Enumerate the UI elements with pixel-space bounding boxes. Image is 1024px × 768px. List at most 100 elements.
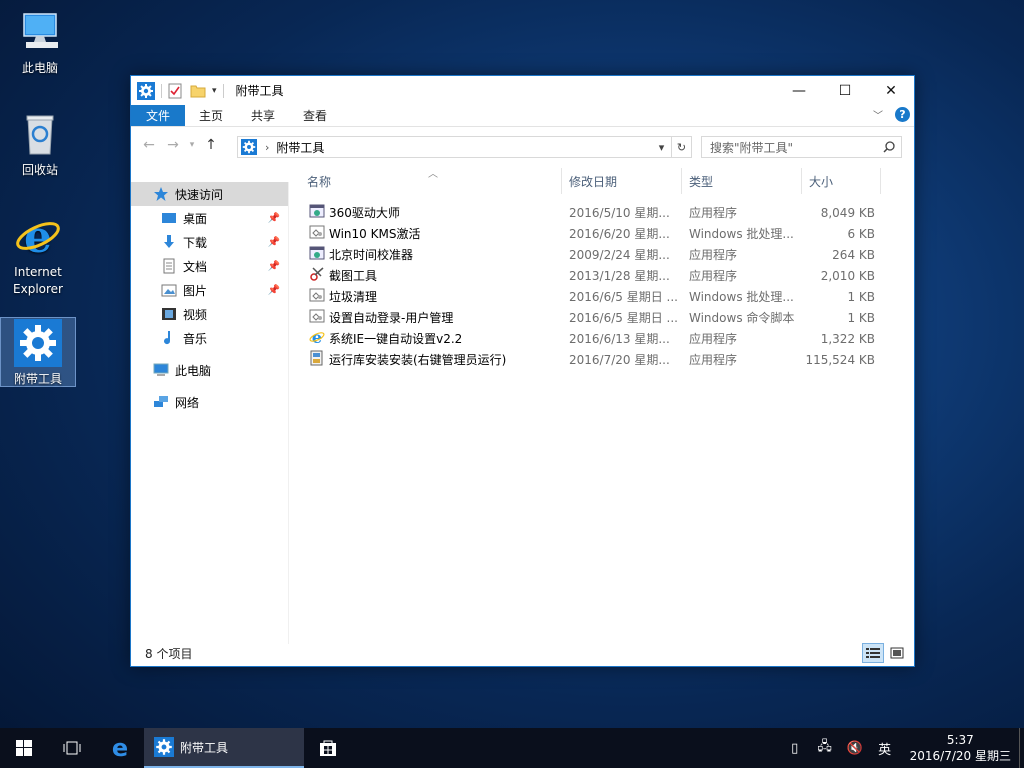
nav-item-videos[interactable]: 视频 xyxy=(131,302,288,326)
network-icon xyxy=(154,396,168,407)
search-icon[interactable] xyxy=(883,141,895,153)
desktop-icon-label-line1: Internet xyxy=(14,265,62,279)
taskbar-app-label: 附带工具 xyxy=(180,740,229,755)
nav-item-music[interactable]: 音乐 xyxy=(131,326,288,350)
app-icon xyxy=(309,203,329,222)
title-bar[interactable]: ▾ 附带工具 — ☐ ✕ xyxy=(131,76,914,105)
windows-logo-icon xyxy=(16,740,32,756)
batch-icon xyxy=(309,287,329,306)
show-desktop-button[interactable] xyxy=(1019,728,1024,768)
file-name: 设置自动登录-用户管理 xyxy=(329,311,454,325)
clock-time: 5:37 xyxy=(946,733,974,747)
breadcrumb-separator[interactable]: › xyxy=(265,141,269,154)
file-size: 1 KB xyxy=(847,289,875,304)
file-row[interactable]: 设置自动登录-用户管理 2016/6/5 星期日 ... Windows 命令脚本 1… xyxy=(300,307,890,328)
forward-icon[interactable]: → xyxy=(161,137,185,153)
task-view-icon xyxy=(63,741,81,755)
up-icon[interactable]: ↑ xyxy=(199,137,223,153)
address-history-icon[interactable]: ▾ xyxy=(651,137,671,157)
pin-icon: 📌 xyxy=(267,212,280,224)
volume-muted-icon[interactable]: 🔇 xyxy=(840,741,870,756)
batch-icon xyxy=(309,224,329,243)
desktop-icon-internet-explorer[interactable]: e Internet Explorer xyxy=(0,212,76,298)
file-name-cell: 设置自动登录-用户管理 xyxy=(300,308,562,327)
nav-item-downloads[interactable]: 下载 📌 xyxy=(131,230,288,254)
file-size: 115,524 KB xyxy=(805,352,875,367)
new-folder-icon[interactable] xyxy=(190,84,206,98)
tab-share[interactable]: 共享 xyxy=(237,105,289,126)
computer-icon xyxy=(153,363,169,376)
back-icon[interactable]: ← xyxy=(137,137,161,153)
pin-icon: 📌 xyxy=(267,284,280,296)
file-name-cell: 360驱动大师 xyxy=(300,203,562,222)
nav-item-this-pc[interactable]: 此电脑 xyxy=(131,358,288,382)
file-row[interactable]: 截图工具 2013/1/28 星期... 应用程序 2,010 KB xyxy=(300,265,890,286)
file-row[interactable]: 360驱动大师 2016/5/10 星期... 应用程序 8,049 KB xyxy=(300,202,890,223)
breadcrumb-current[interactable]: 附带工具 xyxy=(276,139,324,156)
details-view-button[interactable] xyxy=(862,643,884,663)
help-icon[interactable]: ? xyxy=(895,107,910,122)
column-header-size[interactable]: 大小 xyxy=(802,168,881,194)
document-icon xyxy=(163,258,175,274)
screenshot-icon xyxy=(309,266,329,285)
network-status-icon[interactable]: 🖧 xyxy=(810,737,840,759)
close-button[interactable]: ✕ xyxy=(868,76,914,105)
taskbar-app-tools-folder[interactable]: 附带工具 xyxy=(144,728,304,768)
minimize-button[interactable]: — xyxy=(776,76,822,105)
file-date: 2016/6/5 星期日 ... xyxy=(569,290,678,304)
video-icon xyxy=(162,308,176,320)
edge-icon: e xyxy=(112,737,128,759)
nav-item-network[interactable]: 网络 xyxy=(131,390,288,414)
column-header-date[interactable]: 修改日期 xyxy=(562,168,682,194)
desktop-icon-label-line2: Explorer xyxy=(13,282,63,296)
desktop-icon-this-pc[interactable]: 此电脑 xyxy=(2,8,78,77)
task-view-button[interactable] xyxy=(48,728,96,768)
clock[interactable]: 5:37 2016/7/20 星期三 xyxy=(900,732,1019,764)
desktop-icon-recycle-bin[interactable]: 回收站 xyxy=(2,110,78,179)
nav-item-label: 文档 xyxy=(183,259,208,274)
column-header-type[interactable]: 类型 xyxy=(682,168,802,194)
nav-item-quick-access[interactable]: 快速访问 xyxy=(131,182,288,206)
file-row[interactable]: 运行库安装安装(右键管理员运行) 2016/7/20 星期... 应用程序 115,5… xyxy=(300,349,890,370)
tab-home[interactable]: 主页 xyxy=(185,105,237,126)
refresh-icon[interactable]: ↻ xyxy=(671,137,691,157)
desktop-icon xyxy=(162,213,176,223)
file-name-cell: Win10 KMS激活 xyxy=(300,224,562,243)
address-bar[interactable]: › 附带工具 ▾ ↻ xyxy=(237,136,692,158)
gear-icon xyxy=(137,81,155,100)
tab-view[interactable]: 查看 xyxy=(289,105,341,126)
start-button[interactable] xyxy=(0,728,48,768)
search-placeholder: 搜索"附带工具" xyxy=(710,140,794,155)
search-box[interactable]: 搜索"附带工具" xyxy=(701,136,902,158)
file-type: Windows 批处理... xyxy=(689,290,794,304)
nav-item-pictures[interactable]: 图片 📌 xyxy=(131,278,288,302)
system-tray: ▯ 🖧 🔇 英 5:37 2016/7/20 星期三 xyxy=(780,728,1024,768)
expand-ribbon-icon[interactable]: ﹀ xyxy=(873,107,883,122)
usb-icon[interactable]: ▯ xyxy=(780,741,810,756)
file-name: Win10 KMS激活 xyxy=(329,227,421,241)
gear-icon xyxy=(154,737,174,757)
customize-qat-icon[interactable]: ▾ xyxy=(212,86,217,96)
file-name: 垃圾清理 xyxy=(329,290,378,304)
properties-icon[interactable] xyxy=(168,83,182,99)
file-name: 截图工具 xyxy=(329,269,378,283)
edge-button[interactable]: e xyxy=(96,728,144,768)
file-row[interactable]: 垃圾清理 2016/6/5 星期日 ... Windows 批处理... 1 KB xyxy=(300,286,890,307)
file-row[interactable]: 北京时间校准器 2009/2/24 星期... 应用程序 264 KB xyxy=(300,244,890,265)
file-size: 1 KB xyxy=(847,310,875,325)
ime-indicator[interactable]: 英 xyxy=(870,739,900,758)
maximize-button[interactable]: ☐ xyxy=(822,76,868,105)
view-switcher xyxy=(862,643,908,663)
file-row[interactable]: Win10 KMS激活 2016/6/20 星期... Windows 批处理...… xyxy=(300,223,890,244)
nav-item-desktop[interactable]: 桌面 📌 xyxy=(131,206,288,230)
recent-locations-icon[interactable]: ▾ xyxy=(185,140,199,150)
nav-item-documents[interactable]: 文档 📌 xyxy=(131,254,288,278)
store-button[interactable] xyxy=(304,728,352,768)
window-title: 附带工具 xyxy=(235,84,284,98)
large-icons-view-icon xyxy=(890,647,904,659)
file-type: 应用程序 xyxy=(689,248,738,262)
large-icons-view-button[interactable] xyxy=(886,643,908,663)
file-row[interactable]: e 系统IE一键自动设置v2.2 2016/6/13 星期... 应用程序 1,322 … xyxy=(300,328,890,349)
desktop-icon-tools-folder[interactable]: 附带工具 xyxy=(0,317,76,387)
tab-file[interactable]: 文件 xyxy=(131,105,186,126)
